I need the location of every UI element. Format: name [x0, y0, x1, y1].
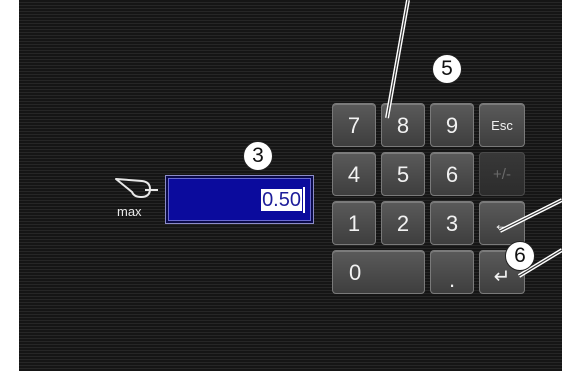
callout-5: 5 — [432, 54, 462, 84]
callout-lines — [385, 0, 562, 278]
callout-6: 6 — [505, 241, 535, 271]
callout-3: 3 — [243, 141, 273, 171]
